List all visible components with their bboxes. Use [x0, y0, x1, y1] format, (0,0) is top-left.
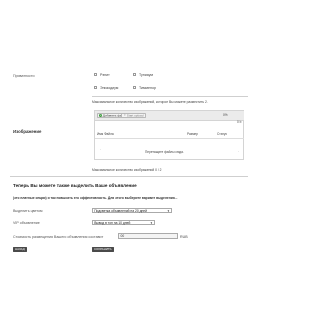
cost-input[interactable]: 00 [118, 233, 178, 239]
highlight-subtitle: (это платные опции) и так повысить его э… [13, 196, 178, 200]
vip-select[interactable]: Вывод в топ на 10 дней ▼ [92, 219, 155, 225]
section-divider [10, 176, 248, 177]
vip-label: VIP объявление [13, 221, 40, 225]
back-button[interactable]: НАЗАД [13, 246, 27, 252]
upload-percent: 0% [223, 113, 228, 117]
privacy-label: Приватности [13, 74, 35, 78]
upload-arrow-icon: ⇧ [123, 113, 126, 118]
image-max-note-top: Максимальное количество изображений, кот… [92, 100, 208, 104]
privacy-checkbox-1[interactable] [94, 72, 98, 76]
upload-size: 0 b [237, 120, 242, 124]
currency-label: RUB [180, 235, 188, 239]
chevron-down-icon: ▼ [167, 208, 170, 213]
cost-label: Стоимость размещения Вашего объявления с… [13, 235, 104, 239]
save-button[interactable]: СОХРАНИТЬ [92, 246, 114, 252]
divider [92, 96, 248, 97]
upload-toolbar: +Добавить файлы ⇧Start upload 0% 0 b [95, 111, 244, 124]
start-upload-label: Start upload [126, 113, 144, 118]
highlight-color-value: Подсветка объявлений на 20 дней [94, 208, 147, 213]
privacy-option-2-label: Тупиаум [139, 72, 153, 77]
image-label: Изображение [13, 129, 42, 134]
privacy-option-4-label: Тимменор [139, 85, 156, 90]
plus-icon: + [99, 114, 103, 118]
header-divider [95, 138, 244, 139]
privacy-checkbox-3[interactable] [94, 85, 98, 89]
start-upload-button[interactable]: ⇧Start upload [121, 113, 146, 118]
drop-zone-hint[interactable]: Перетащите файлы сюда. [145, 150, 184, 154]
highlight-color-label: Выделить цветом [13, 209, 43, 213]
vip-value: Вывод в топ на 10 дней [94, 220, 131, 225]
highlight-color-select[interactable]: Подсветка объявлений на 20 дней ▼ [92, 207, 172, 213]
privacy-option-1-label: Рэпит [100, 72, 110, 77]
highlight-title: Теперь Вы можете также выделить Ваше объ… [13, 183, 137, 188]
column-status: Статус [217, 132, 228, 136]
privacy-checkbox-2[interactable] [133, 72, 137, 76]
chevron-down-icon: ▼ [150, 220, 153, 225]
drop-zone-marker-right: - [238, 149, 239, 153]
upload-panel: +Добавить файлы ⇧Start upload 0% 0 b Имя… [94, 110, 244, 160]
column-filename: Имя Файла [97, 132, 114, 136]
image-max-note-bottom: Максимальное количество изображений 0 / … [92, 168, 162, 172]
column-size: Размер [187, 132, 198, 136]
privacy-option-3-label: Эпизодиум [100, 85, 119, 90]
privacy-checkbox-4[interactable] [133, 85, 137, 89]
drop-zone-marker: - [100, 147, 101, 151]
